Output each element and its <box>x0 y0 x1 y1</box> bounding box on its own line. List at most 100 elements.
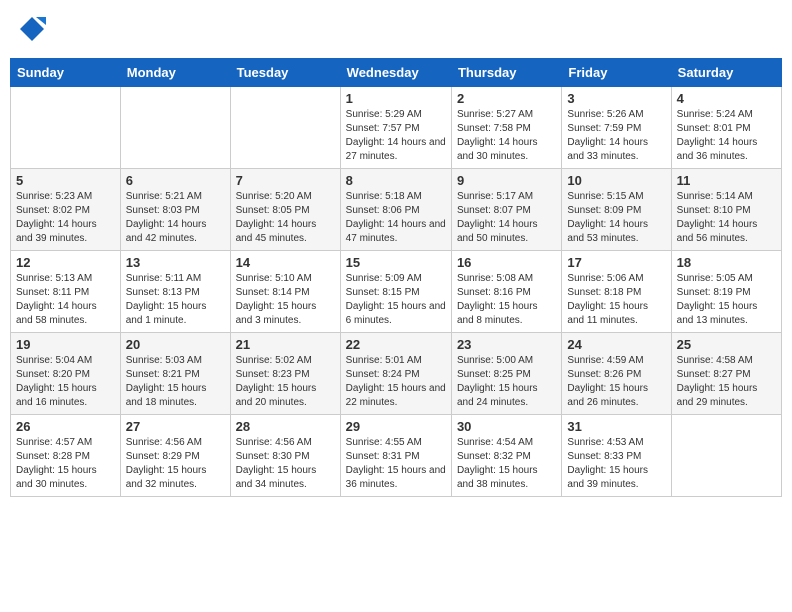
day-number: 14 <box>236 255 335 270</box>
calendar-day-cell: 2Sunrise: 5:27 AM Sunset: 7:58 PM Daylig… <box>451 87 561 169</box>
day-number: 29 <box>346 419 446 434</box>
day-content: Sunrise: 5:29 AM Sunset: 7:57 PM Dayligh… <box>346 108 446 164</box>
day-content: Sunrise: 5:18 AM Sunset: 8:06 PM Dayligh… <box>346 190 446 246</box>
day-number: 19 <box>16 337 115 352</box>
calendar-day-cell: 26 Sunrise: 4:57 AM Sunset: 8:28 PM Dayli… <box>11 415 121 497</box>
calendar-day-cell: 4Sunrise: 5:24 AM Sunset: 8:01 PM Daylig… <box>671 87 781 169</box>
day-content: Sunrise: 5:14 AM Sunset: 8:10 PM Dayligh… <box>677 190 776 246</box>
calendar-day-cell: 24Sunrise: 4:59 AM Sunset: 8:26 PM Dayli… <box>562 333 671 415</box>
day-number: 25 <box>677 337 776 352</box>
calendar-empty-cell <box>120 87 230 169</box>
calendar-week-row: 19 Sunrise: 5:04 AM Sunset: 8:20 PM Dayli… <box>11 333 782 415</box>
day-number: 22 <box>346 337 446 352</box>
day-content: Sunrise: 5:13 AM Sunset: 8:11 PM Dayligh… <box>16 272 115 328</box>
calendar-day-cell: 9 Sunrise: 5:17 AM Sunset: 8:07 PM Daylig… <box>451 169 561 251</box>
day-of-week-header: Friday <box>562 59 671 87</box>
day-number: 31 <box>567 419 665 434</box>
day-content: Sunrise: 5:26 AM Sunset: 7:59 PM Dayligh… <box>567 108 665 164</box>
calendar-empty-cell <box>230 87 340 169</box>
day-content: Sunrise: 4:57 AM Sunset: 8:28 PM Dayligh… <box>16 436 115 492</box>
calendar-day-cell: 31 Sunrise: 4:53 AM Sunset: 8:33 PM Dayli… <box>562 415 671 497</box>
calendar-empty-cell <box>671 415 781 497</box>
day-number: 4 <box>677 91 776 106</box>
day-number: 7 <box>236 173 335 188</box>
day-content: Sunrise: 4:59 AM Sunset: 8:26 PM Dayligh… <box>567 354 665 410</box>
day-number: 8 <box>346 173 446 188</box>
calendar-day-cell: 6Sunrise: 5:21 AM Sunset: 8:03 PM Daylig… <box>120 169 230 251</box>
calendar-day-cell: 11 Sunrise: 5:14 AM Sunset: 8:10 PM Dayli… <box>671 169 781 251</box>
day-content: Sunrise: 5:27 AM Sunset: 7:58 PM Dayligh… <box>457 108 556 164</box>
day-number: 26 <box>16 419 115 434</box>
calendar-day-cell: 22 Sunrise: 5:01 AM Sunset: 8:24 PM Dayli… <box>340 333 451 415</box>
day-number: 20 <box>126 337 225 352</box>
day-content: Sunrise: 4:54 AM Sunset: 8:32 PM Dayligh… <box>457 436 556 492</box>
day-number: 13 <box>126 255 225 270</box>
day-content: Sunrise: 5:00 AM Sunset: 8:25 PM Dayligh… <box>457 354 556 410</box>
calendar-day-cell: 30 Sunrise: 4:54 AM Sunset: 8:32 PM Dayli… <box>451 415 561 497</box>
calendar-day-cell: 7 Sunrise: 5:20 AM Sunset: 8:05 PM Daylig… <box>230 169 340 251</box>
day-number: 15 <box>346 255 446 270</box>
day-number: 11 <box>677 173 776 188</box>
day-number: 9 <box>457 173 556 188</box>
calendar-day-cell: 5 Sunrise: 5:23 AM Sunset: 8:02 PM Daylig… <box>11 169 121 251</box>
calendar-day-cell: 20Sunrise: 5:03 AM Sunset: 8:21 PM Dayli… <box>120 333 230 415</box>
calendar-day-cell: 17Sunrise: 5:06 AM Sunset: 8:18 PM Dayli… <box>562 251 671 333</box>
calendar-day-cell: 1 Sunrise: 5:29 AM Sunset: 7:57 PM Daylig… <box>340 87 451 169</box>
day-number: 21 <box>236 337 335 352</box>
calendar-day-cell: 25 Sunrise: 4:58 AM Sunset: 8:27 PM Dayli… <box>671 333 781 415</box>
day-content: Sunrise: 5:06 AM Sunset: 8:18 PM Dayligh… <box>567 272 665 328</box>
day-of-week-header: Saturday <box>671 59 781 87</box>
day-of-week-header: Tuesday <box>230 59 340 87</box>
day-content: Sunrise: 5:17 AM Sunset: 8:07 PM Dayligh… <box>457 190 556 246</box>
page-header <box>10 10 782 48</box>
logo-icon <box>18 15 46 43</box>
calendar-day-cell: 29 Sunrise: 4:55 AM Sunset: 8:31 PM Dayli… <box>340 415 451 497</box>
day-content: Sunrise: 4:53 AM Sunset: 8:33 PM Dayligh… <box>567 436 665 492</box>
calendar-day-cell: 3 Sunrise: 5:26 AM Sunset: 7:59 PM Daylig… <box>562 87 671 169</box>
day-number: 27 <box>126 419 225 434</box>
calendar-day-cell: 12 Sunrise: 5:13 AM Sunset: 8:11 PM Dayli… <box>11 251 121 333</box>
day-content: Sunrise: 5:10 AM Sunset: 8:14 PM Dayligh… <box>236 272 335 328</box>
day-number: 1 <box>346 91 446 106</box>
day-content: Sunrise: 5:09 AM Sunset: 8:15 PM Dayligh… <box>346 272 446 328</box>
calendar-week-row: 5 Sunrise: 5:23 AM Sunset: 8:02 PM Daylig… <box>11 169 782 251</box>
day-number: 12 <box>16 255 115 270</box>
calendar-day-cell: 18Sunrise: 5:05 AM Sunset: 8:19 PM Dayli… <box>671 251 781 333</box>
calendar-day-cell: 13 Sunrise: 5:11 AM Sunset: 8:13 PM Dayli… <box>120 251 230 333</box>
day-content: Sunrise: 5:23 AM Sunset: 8:02 PM Dayligh… <box>16 190 115 246</box>
calendar-header-row: SundayMondayTuesdayWednesdayThursdayFrid… <box>11 59 782 87</box>
day-content: Sunrise: 4:56 AM Sunset: 8:29 PM Dayligh… <box>126 436 225 492</box>
day-content: Sunrise: 5:01 AM Sunset: 8:24 PM Dayligh… <box>346 354 446 410</box>
day-content: Sunrise: 5:15 AM Sunset: 8:09 PM Dayligh… <box>567 190 665 246</box>
day-of-week-header: Sunday <box>11 59 121 87</box>
day-number: 18 <box>677 255 776 270</box>
logo <box>15 15 46 48</box>
day-of-week-header: Monday <box>120 59 230 87</box>
day-number: 16 <box>457 255 556 270</box>
calendar-empty-cell <box>11 87 121 169</box>
calendar-day-cell: 28 Sunrise: 4:56 AM Sunset: 8:30 PM Dayli… <box>230 415 340 497</box>
day-content: Sunrise: 5:08 AM Sunset: 8:16 PM Dayligh… <box>457 272 556 328</box>
calendar-week-row: 1 Sunrise: 5:29 AM Sunset: 7:57 PM Daylig… <box>11 87 782 169</box>
calendar-day-cell: 8 Sunrise: 5:18 AM Sunset: 8:06 PM Daylig… <box>340 169 451 251</box>
calendar-week-row: 26 Sunrise: 4:57 AM Sunset: 8:28 PM Dayli… <box>11 415 782 497</box>
day-content: Sunrise: 5:20 AM Sunset: 8:05 PM Dayligh… <box>236 190 335 246</box>
calendar-day-cell: 14 Sunrise: 5:10 AM Sunset: 8:14 PM Dayli… <box>230 251 340 333</box>
day-of-week-header: Thursday <box>451 59 561 87</box>
day-content: Sunrise: 4:55 AM Sunset: 8:31 PM Dayligh… <box>346 436 446 492</box>
day-number: 5 <box>16 173 115 188</box>
day-content: Sunrise: 5:11 AM Sunset: 8:13 PM Dayligh… <box>126 272 225 328</box>
calendar-table: SundayMondayTuesdayWednesdayThursdayFrid… <box>10 58 782 497</box>
day-content: Sunrise: 4:58 AM Sunset: 8:27 PM Dayligh… <box>677 354 776 410</box>
day-content: Sunrise: 5:21 AM Sunset: 8:03 PM Dayligh… <box>126 190 225 246</box>
day-of-week-header: Wednesday <box>340 59 451 87</box>
day-number: 30 <box>457 419 556 434</box>
day-content: Sunrise: 5:02 AM Sunset: 8:23 PM Dayligh… <box>236 354 335 410</box>
calendar-day-cell: 27 Sunrise: 4:56 AM Sunset: 8:29 PM Dayli… <box>120 415 230 497</box>
day-number: 28 <box>236 419 335 434</box>
day-content: Sunrise: 4:56 AM Sunset: 8:30 PM Dayligh… <box>236 436 335 492</box>
day-number: 3 <box>567 91 665 106</box>
day-content: Sunrise: 5:04 AM Sunset: 8:20 PM Dayligh… <box>16 354 115 410</box>
calendar-day-cell: 10Sunrise: 5:15 AM Sunset: 8:09 PM Dayli… <box>562 169 671 251</box>
calendar-day-cell: 19 Sunrise: 5:04 AM Sunset: 8:20 PM Dayli… <box>11 333 121 415</box>
